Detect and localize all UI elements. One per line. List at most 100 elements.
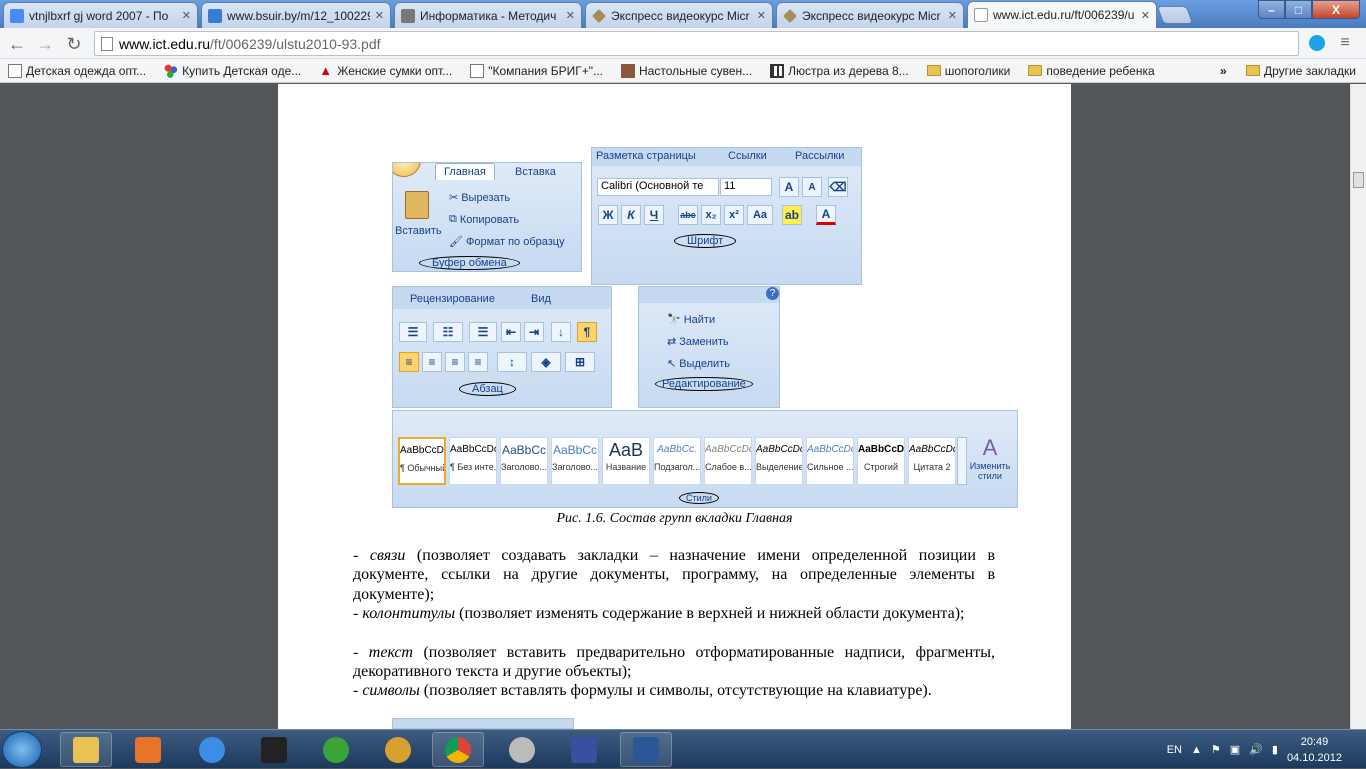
tab-4[interactable]: Экспресс видеокурс Micr ✕: [585, 2, 773, 28]
find-button[interactable]: 🔭 Найти: [667, 313, 715, 327]
reload-icon[interactable]: ↻: [63, 33, 85, 55]
back-arrow-icon[interactable]: ←: [6, 33, 28, 55]
other-bookmarks-folder[interactable]: Другие закладки: [1246, 64, 1356, 78]
close-icon[interactable]: ✕: [375, 9, 384, 22]
flag-icon[interactable]: ⚑: [1211, 743, 1221, 756]
align-center-icon[interactable]: ≡: [422, 352, 442, 372]
increase-indent-icon[interactable]: ⇥: [524, 322, 544, 342]
bookmark-folder-2[interactable]: поведение ребенка: [1028, 64, 1155, 78]
sort-icon[interactable]: ↓: [551, 322, 571, 342]
language-indicator[interactable]: EN: [1167, 744, 1182, 756]
close-icon[interactable]: ✕: [948, 9, 957, 22]
underline-button[interactable]: Ч: [644, 205, 664, 225]
bookmark-3[interactable]: ▲ Женские сумки опт...: [319, 63, 452, 78]
bookmark-2[interactable]: Купить Детская оде...: [164, 63, 301, 78]
bookmark-5[interactable]: Настольные сувен...: [621, 63, 752, 78]
taskbar-webcam[interactable]: [496, 732, 548, 767]
shrink-font-button[interactable]: A: [802, 177, 822, 197]
tab-mailings[interactable]: Рассылки: [795, 150, 844, 162]
style-intense-emphasis[interactable]: AaBbCcDc Сильное ...: [806, 437, 854, 485]
style-normal[interactable]: AaBbCcDc ¶ Обычный: [398, 437, 446, 485]
change-case-button[interactable]: Aa: [747, 205, 773, 225]
replace-button[interactable]: ⇄ Заменить: [667, 335, 729, 349]
bold-button[interactable]: Ж: [598, 205, 618, 225]
taskbar-chrome[interactable]: [432, 732, 484, 767]
skype-icon[interactable]: [1306, 32, 1328, 54]
tab-3[interactable]: Информатика - Методич ✕: [394, 2, 582, 28]
shading-icon[interactable]: ◈: [531, 352, 561, 372]
style-subtle-emphasis[interactable]: AaBbCcDc Слабое в...: [704, 437, 752, 485]
paste-button[interactable]: Вставить: [395, 225, 442, 237]
style-subtitle[interactable]: AaBbCc. Подзагол...: [653, 437, 701, 485]
change-styles-button[interactable]: A Изменить стили: [969, 435, 1011, 481]
tab-6-active[interactable]: www.ict.edu.ru/ft/006239/u ✕: [967, 1, 1157, 28]
minimize-button[interactable]: –: [1258, 0, 1285, 19]
start-button[interactable]: [2, 731, 42, 768]
bookmarks-overflow-button[interactable]: »: [1220, 64, 1227, 78]
power-icon[interactable]: ▣: [1230, 743, 1240, 756]
taskbar-scanner[interactable]: [248, 732, 300, 767]
help-icon[interactable]: ?: [766, 287, 779, 300]
clock[interactable]: 20:49 04.10.2012: [1287, 734, 1342, 766]
decrease-indent-icon[interactable]: ⇤: [501, 322, 521, 342]
taskbar-cd-burner[interactable]: [372, 732, 424, 767]
font-color-icon[interactable]: A: [816, 205, 836, 225]
tab-page-layout[interactable]: Разметка страницы: [596, 150, 696, 162]
style-quote-2[interactable]: AaBbCcDc Цитата 2: [908, 437, 956, 485]
grow-font-button[interactable]: A: [779, 177, 799, 197]
taskbar-word[interactable]: [620, 732, 672, 767]
maximize-button[interactable]: □: [1285, 0, 1312, 19]
style-heading-2[interactable]: AaBbCc Заголово...: [551, 437, 599, 485]
close-icon[interactable]: ✕: [182, 9, 191, 22]
copy-button[interactable]: ⧉ Копировать: [449, 213, 519, 226]
bookmark-1[interactable]: Детская одежда опт...: [8, 63, 146, 78]
forward-arrow-icon[interactable]: →: [34, 33, 56, 55]
highlight-icon[interactable]: ab: [782, 205, 802, 225]
taskbar-ie[interactable]: [186, 732, 238, 767]
style-title[interactable]: AaB Название: [602, 437, 650, 485]
tab-2[interactable]: www.bsuir.by/m/12_100229 ✕: [201, 2, 391, 28]
taskbar-explorer[interactable]: [60, 732, 112, 767]
format-painter-button[interactable]: 🖌 Формат по образцу: [449, 235, 565, 249]
close-icon[interactable]: ✕: [1141, 9, 1150, 22]
strikethrough-button[interactable]: abc: [678, 205, 698, 225]
font-name-select[interactable]: Calibri (Основной те: [597, 178, 719, 196]
tab-view[interactable]: Вид: [531, 293, 551, 305]
volume-icon[interactable]: 🔊: [1249, 743, 1263, 756]
tab-1[interactable]: vtnjlbxrf gj word 2007 - По ✕: [3, 2, 198, 28]
styles-scroll[interactable]: [957, 437, 967, 485]
taskbar-save[interactable]: [558, 732, 610, 767]
style-no-spacing[interactable]: AaBbCcDc ¶ Без инте...: [449, 437, 497, 485]
pilcrow-icon[interactable]: ¶: [577, 322, 597, 342]
close-icon[interactable]: ✕: [757, 9, 766, 22]
line-spacing-icon[interactable]: ↕: [497, 352, 527, 372]
font-size-select[interactable]: 11: [720, 178, 772, 196]
subscript-button[interactable]: x₂: [701, 205, 721, 225]
superscript-button[interactable]: x²: [724, 205, 744, 225]
wrench-menu-icon[interactable]: ≡: [1334, 32, 1356, 54]
bookmark-4[interactable]: "Компания БРИГ+"...: [470, 63, 603, 78]
close-icon[interactable]: ✕: [566, 9, 575, 22]
new-tab-button[interactable]: [1156, 6, 1194, 24]
style-heading-1[interactable]: AaBbCc Заголово...: [500, 437, 548, 485]
align-left-icon[interactable]: ≡: [399, 352, 419, 372]
bullets-icon[interactable]: ☰: [399, 322, 427, 342]
clear-format-icon[interactable]: ⌫: [828, 177, 848, 197]
select-button[interactable]: ↖ Выделить: [667, 357, 730, 371]
justify-icon[interactable]: ≡: [468, 352, 488, 372]
tab-review[interactable]: Рецензирование: [410, 293, 495, 305]
borders-icon[interactable]: ⊞: [565, 352, 595, 372]
network-icon[interactable]: ▮: [1272, 743, 1278, 756]
scrollbar-thumb[interactable]: [1353, 172, 1364, 188]
taskbar-media-player[interactable]: [122, 732, 174, 767]
vertical-scrollbar[interactable]: [1350, 84, 1366, 729]
tab-insert[interactable]: Вставка: [515, 166, 556, 178]
cut-button[interactable]: ✂ Вырезать: [449, 191, 510, 205]
tab-home[interactable]: Главная: [435, 163, 495, 180]
multilevel-list-icon[interactable]: ☰: [469, 322, 497, 342]
style-emphasis[interactable]: AaBbCcDc Выделение: [755, 437, 803, 485]
numbering-icon[interactable]: ☷: [433, 322, 463, 342]
style-strong[interactable]: AaBbCcDc Строгий: [857, 437, 905, 485]
address-bar[interactable]: www.ict.edu.ru/ft/006239/ulstu2010-93.pd…: [94, 31, 1299, 56]
align-right-icon[interactable]: ≡: [445, 352, 465, 372]
